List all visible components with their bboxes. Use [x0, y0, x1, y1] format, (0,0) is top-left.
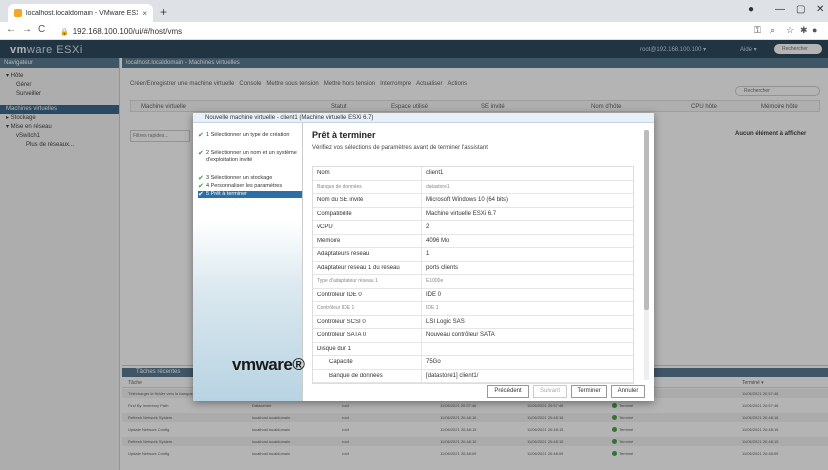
summary-row: Nom client1 — [313, 167, 633, 181]
summary-row: Contrôleur IDE 1 IDE 1 — [313, 302, 633, 316]
vmware-favicon-icon — [14, 9, 22, 17]
summary-value: 75Go — [421, 356, 633, 369]
summary-value: Microsoft Windows 10 (64 bits) — [421, 194, 633, 207]
summary-value: LSI Logic SAS — [421, 315, 633, 328]
new-tab-button[interactable]: + — [160, 5, 167, 19]
next-button[interactable]: Suivant — [533, 385, 567, 398]
summary-row: Nom du SE invité Microsoft Windows 10 (64… — [313, 194, 633, 208]
finish-button[interactable]: Terminer — [571, 385, 607, 398]
wizard-step-4[interactable]: ✔ 4 Personnaliser les paramètres — [198, 183, 302, 190]
summary-key: Contrôleur IDE 1 — [317, 305, 355, 312]
wizard-subheading: Vérifiez vos sélections de paramètres av… — [312, 145, 488, 151]
summary-value: Nouveau contrôleur SATA — [421, 329, 633, 342]
summary-value: client1 — [421, 167, 633, 180]
summary-key: Nom du SE invité — [317, 197, 364, 204]
wizard-step-1[interactable]: ✔ 1 Sélectionner un type de création — [198, 132, 302, 139]
extensions-icon[interactable]: ✱ — [800, 25, 808, 36]
wizard-title: Nouvelle machine virtuelle - client1 (Ma… — [193, 113, 654, 123]
close-tab-icon[interactable]: × — [142, 9, 147, 18]
summary-row: Adaptateur réseau 1 du réseau ports clien… — [313, 261, 633, 275]
summary-key: Compatibilité — [317, 210, 352, 217]
summary-value: E1000e — [421, 275, 633, 288]
summary-row: Capacité 75Go — [313, 356, 633, 370]
reload-icon[interactable]: C — [38, 24, 45, 35]
summary-row: Compatibilité Machine virtuelle ESXi 6.7 — [313, 207, 633, 221]
summary-key: Contrôleur IDE 0 — [317, 291, 362, 298]
summary-row: Adaptateurs réseau 1 — [313, 248, 633, 262]
lock-icon: 🔒 — [60, 28, 69, 36]
summary-value: Machine virtuelle ESXi 6.7 — [421, 207, 633, 220]
check-icon: ✔ — [198, 150, 204, 157]
summary-key: Capacité — [329, 359, 353, 366]
browser-tab[interactable]: localhost.localdomain - VMware ESXi × — [8, 4, 153, 22]
account-icon[interactable]: ● — [812, 25, 817, 35]
check-icon: ✔ — [198, 183, 204, 190]
summary-key: vCPU — [317, 224, 333, 231]
summary-key: Contrôleur SCSI 0 — [317, 318, 366, 325]
summary-value: 1 — [421, 248, 633, 261]
summary-row: Mémoire 4096 Mo — [313, 234, 633, 248]
wizard-step-2[interactable]: ✔ 2 Sélectionner un nom et un système d'e… — [198, 150, 302, 164]
close-window-icon[interactable]: ✕ — [816, 4, 824, 15]
browser-tab-title: localhost.localdomain - VMware ESXi — [26, 9, 139, 17]
summary-row: Contrôleur IDE 0 IDE 0 — [313, 288, 633, 302]
summary-key: Banque de données — [317, 183, 362, 190]
minimize-icon[interactable]: — — [775, 4, 785, 15]
summary-row: Contrôleur SATA 0 Nouveau contrôleur SATA — [313, 329, 633, 343]
summary-key: Contrôleur SATA 0 — [317, 332, 367, 339]
wizard-step-3[interactable]: ✔ 3 Sélectionner un stockage — [198, 175, 302, 182]
wizard-heading: Prêt à terminer — [312, 130, 376, 140]
summary-row: Banque de données datastore1 — [313, 180, 633, 194]
zoom-icon[interactable]: ⌕ — [770, 25, 775, 36]
summary-value: 4096 Mo — [421, 234, 633, 247]
summary-value: [datastore1] client1/ — [421, 369, 633, 382]
cancel-button[interactable]: Annuler — [611, 385, 645, 398]
vmware-logo: vmware® — [232, 355, 305, 374]
summary-row: Disque dur 1 — [313, 342, 633, 356]
summary-value: IDE 1 — [421, 302, 633, 315]
summary-key: Mémoire — [317, 237, 341, 244]
previous-button[interactable]: Précédent — [487, 385, 529, 398]
summary-value: IDE 0 — [421, 288, 633, 301]
summary-table: Nom client1 Banque de données datastore1 Nom… — [312, 166, 634, 384]
summary-row: Contrôleur SCSI 0 LSI Logic SAS — [313, 315, 633, 329]
summary-row: Banque de données [datastore1] client1/ — [313, 369, 633, 383]
address-bar[interactable]: 🔒 192.168.100.100/ui/#/host/vms — [60, 25, 760, 38]
check-icon: ✔ — [198, 191, 204, 198]
summary-value — [421, 342, 633, 355]
summary-value: ports clients — [421, 261, 633, 274]
profile-icon[interactable]: ● — [748, 4, 754, 15]
check-icon: ✔ — [198, 132, 204, 139]
maximize-icon[interactable]: ▢ — [796, 4, 805, 15]
forward-icon[interactable]: → — [22, 24, 32, 35]
summary-key: Adaptateur réseau 1 du réseau — [317, 264, 400, 271]
summary-value: 2 — [421, 221, 633, 234]
url-text: 192.168.100.100/ui/#/host/vms — [72, 27, 183, 36]
wizard-step-5[interactable]: ✔ 5 Prêt à terminer — [198, 191, 302, 198]
key-icon[interactable]: ⚿ — [754, 25, 761, 36]
summary-value: datastore1 — [421, 180, 633, 193]
summary-row: vCPU 2 — [313, 221, 633, 235]
back-icon[interactable]: ← — [6, 24, 16, 35]
summary-key: Nom — [317, 170, 330, 177]
check-icon: ✔ — [198, 175, 204, 182]
star-icon[interactable]: ☆ — [786, 25, 794, 36]
summary-row: Type d'adaptateur réseau 1 E1000e — [313, 275, 633, 289]
summary-key: Banque de données — [329, 372, 383, 379]
dialog-scrollbar-thumb[interactable] — [644, 130, 649, 310]
summary-key: Adaptateurs réseau — [317, 251, 370, 258]
summary-key: Disque dur 1 — [317, 345, 352, 352]
summary-key: Type d'adaptateur réseau 1 — [317, 278, 378, 285]
